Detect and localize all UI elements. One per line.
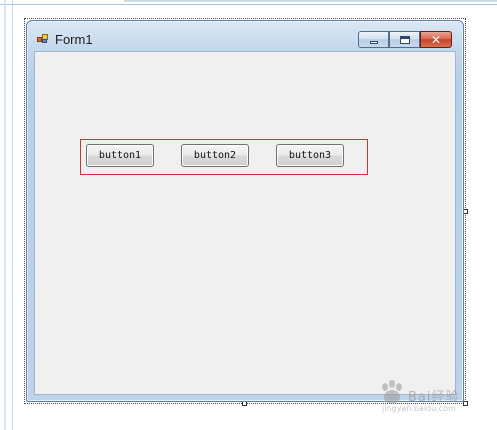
close-icon: ✕ [430,33,442,47]
button2[interactable]: button2 [181,144,249,167]
watermark-text: Bai经验 [408,390,460,405]
caption-buttons: ✕ [358,31,457,48]
designer-tab-strip-edge [124,0,497,2]
window-title: Form1 [55,32,93,47]
minimize-icon [370,41,378,44]
maximize-icon [400,36,410,44]
title-bar[interactable]: Form1 ✕ [27,21,463,51]
button1[interactable]: button1 [86,144,154,167]
paw-logo-icon [382,380,402,404]
baidu-watermark: Bai经验 jingyan.baidu.com [378,376,490,416]
watermark-url: jingyan.baidu.com [382,404,456,413]
designer-canvas: Form1 ✕ button1 button2 button3 Bai经验 ji… [0,0,497,430]
maximize-button[interactable] [389,31,420,48]
designer-left-inner-border [12,0,13,430]
minimize-button[interactable] [358,31,389,48]
button3[interactable]: button3 [276,144,344,167]
form-app-icon [37,34,49,44]
close-button[interactable]: ✕ [420,31,452,48]
designer-left-border [4,0,6,430]
form-window[interactable]: Form1 ✕ button1 button2 button3 [26,20,464,402]
form-client-area[interactable]: button1 button2 button3 [34,51,456,395]
